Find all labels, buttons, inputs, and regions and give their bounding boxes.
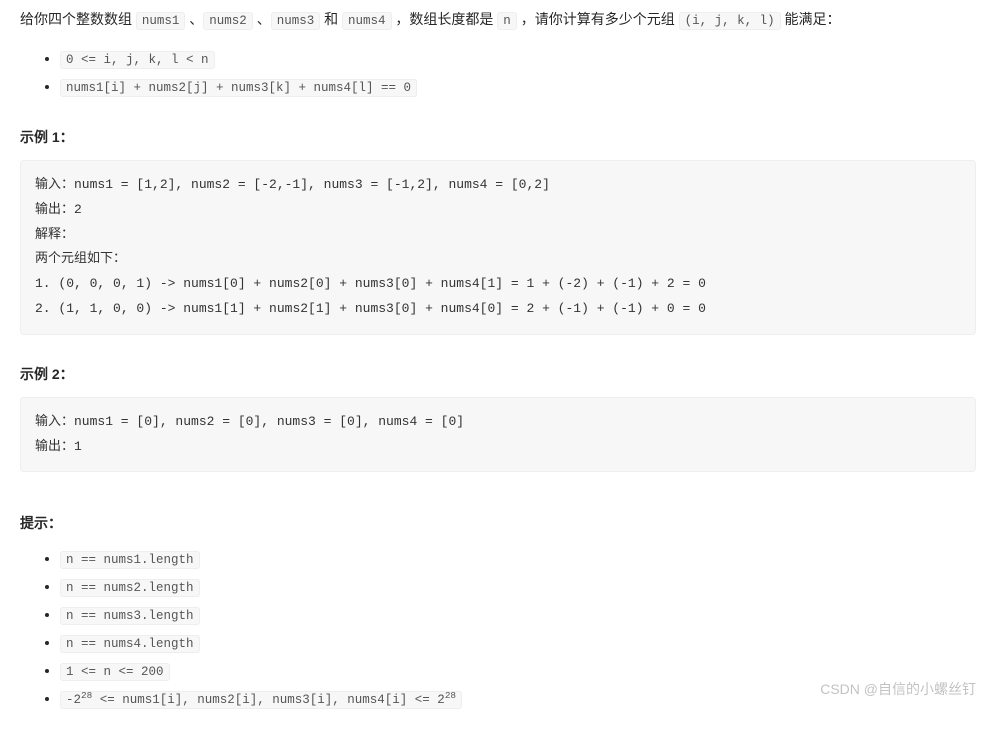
- hints-list: n == nums1.length n == nums2.length n ==…: [20, 547, 976, 710]
- hint-valrange: -228 <= nums1[i], nums2[i], nums3[i], nu…: [60, 691, 462, 709]
- list-item: -228 <= nums1[i], nums2[i], nums3[i], nu…: [60, 687, 976, 710]
- list-item: n == nums3.length: [60, 603, 976, 626]
- hint-n3: n == nums3.length: [60, 607, 200, 625]
- list-item: n == nums4.length: [60, 631, 976, 654]
- code-nums1: nums1: [136, 12, 186, 30]
- example-2-code: 输入：nums1 = [0], nums2 = [0], nums3 = [0]…: [20, 397, 976, 472]
- code-nums3: nums3: [271, 12, 321, 30]
- condition-list: 0 <= i, j, k, l < n nums1[i] + nums2[j] …: [20, 47, 976, 98]
- intro-text: 给你四个整数数组: [20, 11, 136, 27]
- hint-n4: n == nums4.length: [60, 635, 200, 653]
- hints-title: 提示：: [20, 512, 976, 534]
- list-item: n == nums1.length: [60, 547, 976, 570]
- condition-range: 0 <= i, j, k, l < n: [60, 51, 215, 69]
- list-item: n == nums2.length: [60, 575, 976, 598]
- example-2-title: 示例 2：: [20, 363, 976, 385]
- list-item: 0 <= i, j, k, l < n: [60, 47, 976, 70]
- list-item: nums1[i] + nums2[j] + nums3[k] + nums4[l…: [60, 75, 976, 98]
- code-tuple: (i, j, k, l): [679, 12, 781, 30]
- code-n: n: [497, 12, 517, 30]
- problem-intro: 给你四个整数数组 nums1 、nums2 、nums3 和 nums4 ，数组…: [20, 8, 976, 31]
- code-nums4: nums4: [342, 12, 392, 30]
- hint-n2: n == nums2.length: [60, 579, 200, 597]
- condition-sum: nums1[i] + nums2[j] + nums3[k] + nums4[l…: [60, 79, 417, 97]
- hint-nrange: 1 <= n <= 200: [60, 663, 170, 681]
- hint-n1: n == nums1.length: [60, 551, 200, 569]
- example-1-code: 输入：nums1 = [1,2], nums2 = [-2,-1], nums3…: [20, 160, 976, 334]
- example-1-title: 示例 1：: [20, 126, 976, 148]
- list-item: 1 <= n <= 200: [60, 659, 976, 682]
- code-nums2: nums2: [203, 12, 253, 30]
